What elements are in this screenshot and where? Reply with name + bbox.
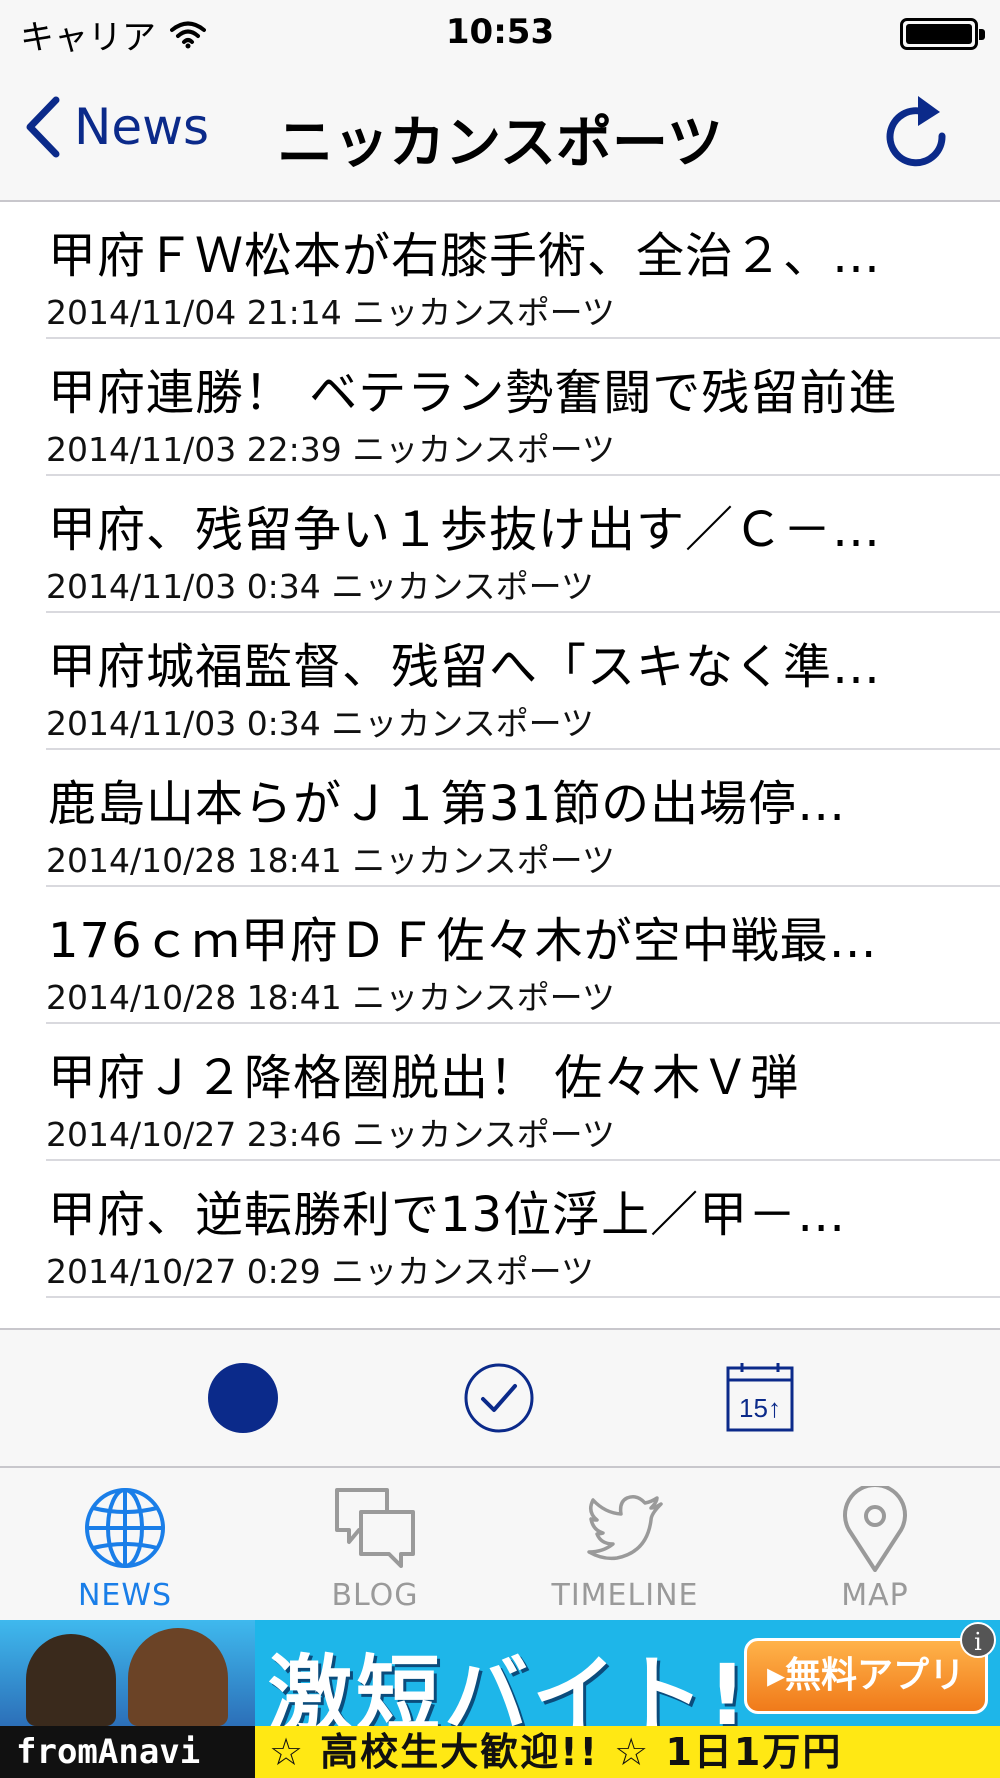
article-title: 176ｃｍ甲府ＤＦ佐々木が空中戦最… <box>48 913 878 969</box>
tab-news[interactable]: NEWS <box>0 1468 250 1622</box>
tab-blog[interactable]: BLOG <box>250 1468 500 1622</box>
article-title: 甲府ＦＷ松本が右膝手術、全治２、… <box>48 228 882 284</box>
status-time: 10:53 <box>445 12 555 52</box>
tab-map[interactable]: MAP <box>750 1468 1000 1622</box>
tab-bar: NEWS BLOG TIMELINE MAP <box>0 1466 1000 1620</box>
ad-tagline: ☆ 高校生大歓迎!! ☆ 1日1万円 <box>255 1726 1000 1778</box>
article-title: 甲府、残留争い１歩抜け出す／Ｃ－… <box>48 502 882 558</box>
page-title: ニッカンスポーツ <box>277 111 723 176</box>
ad-photo <box>0 1620 255 1726</box>
tab-timeline[interactable]: TIMELINE <box>500 1468 750 1622</box>
calendar-label: 15↑ <box>739 1393 781 1423</box>
list-item[interactable]: 甲府、逆転勝利で13位浮上／甲－… 2014/10/27 0:29 ニッカンスポ… <box>46 1161 1000 1298</box>
article-title: 甲府Ｊ２降格圏脱出！ 佐々木Ｖ弾 <box>48 1050 800 1106</box>
calendar-sort-icon[interactable]: 15↑ <box>724 1362 796 1434</box>
tab-label: BLOG <box>331 1578 419 1613</box>
list-item[interactable]: 176ｃｍ甲府ＤＦ佐々木が空中戦最… 2014/10/28 18:41 ニッカン… <box>46 887 1000 1024</box>
article-meta: 2014/11/03 22:39 ニッカンスポーツ <box>46 430 615 469</box>
battery-icon <box>900 18 985 50</box>
bird-icon <box>587 1495 663 1561</box>
article-meta: 2014/10/27 0:29 ニッカンスポーツ <box>46 1252 594 1291</box>
article-title: 甲府、逆転勝利で13位浮上／甲－… <box>48 1187 847 1243</box>
article-meta: 2014/11/03 0:34 ニッカンスポーツ <box>46 704 594 743</box>
mark-read-icon[interactable] <box>463 1362 535 1434</box>
article-title: 鹿島山本らがＪ１第31節の出場停… <box>48 776 847 832</box>
ad-logo: fromAnavi <box>0 1726 255 1778</box>
article-meta: 2014/11/03 0:34 ニッカンスポーツ <box>46 567 594 606</box>
list-item[interactable]: 甲府ＦＷ松本が右膝手術、全治２、… 2014/11/04 21:14 ニッカンス… <box>46 202 1000 339</box>
navigation-bar: News ニッカンスポーツ <box>0 66 1000 202</box>
list-item[interactable]: 甲府城福監督、残留へ「スキなく準… 2014/11/03 0:34 ニッカンスポ… <box>46 613 1000 750</box>
ad-cta-button[interactable]: ▸無料アプリ <box>744 1638 988 1714</box>
list-item[interactable]: 甲府連勝！ ベテラン勢奮闘で残留前進 2014/11/03 22:39 ニッカン… <box>46 339 1000 476</box>
status-bar: キャリア 10:53 <box>0 0 1000 66</box>
list-item[interactable]: 甲府Ｊ２降格圏脱出！ 佐々木Ｖ弾 2014/10/27 23:46 ニッカンスポ… <box>46 1024 1000 1161</box>
article-meta: 2014/10/28 18:41 ニッカンスポーツ <box>46 978 615 1017</box>
tab-label: TIMELINE <box>551 1578 699 1613</box>
unread-filter-icon[interactable] <box>207 1362 279 1434</box>
map-pin-icon <box>843 1486 907 1572</box>
bottom-toolbar: 15↑ <box>0 1328 1000 1466</box>
info-icon[interactable]: i <box>960 1622 996 1658</box>
article-list: 甲府ＦＷ松本が右膝手術、全治２、… 2014/11/04 21:14 ニッカンス… <box>0 202 1000 1328</box>
article-meta: 2014/11/04 21:14 ニッカンスポーツ <box>46 293 615 332</box>
article-title: 甲府城福監督、残留へ「スキなく準… <box>48 639 882 695</box>
article-meta: 2014/10/27 23:46 ニッカンスポーツ <box>46 1115 615 1154</box>
globe-icon <box>85 1488 165 1568</box>
ad-banner[interactable]: 激短バイト! ▸無料アプリ i fromAnavi ☆ 高校生大歓迎!! ☆ 1… <box>0 1620 1000 1778</box>
tab-label: NEWS <box>77 1578 173 1613</box>
list-item[interactable]: 甲府、残留争い１歩抜け出す／Ｃ－… 2014/11/03 0:34 ニッカンスポ… <box>46 476 1000 613</box>
speech-bubbles-icon <box>335 1488 415 1568</box>
list-item[interactable]: 鹿島山本らがＪ１第31節の出場停… 2014/10/28 18:41 ニッカンス… <box>46 750 1000 887</box>
article-meta: 2014/10/28 18:41 ニッカンスポーツ <box>46 841 615 880</box>
tab-label: MAP <box>841 1578 909 1613</box>
article-title: 甲府連勝！ ベテラン勢奮闘で残留前進 <box>48 365 898 421</box>
refresh-icon[interactable] <box>884 92 956 168</box>
